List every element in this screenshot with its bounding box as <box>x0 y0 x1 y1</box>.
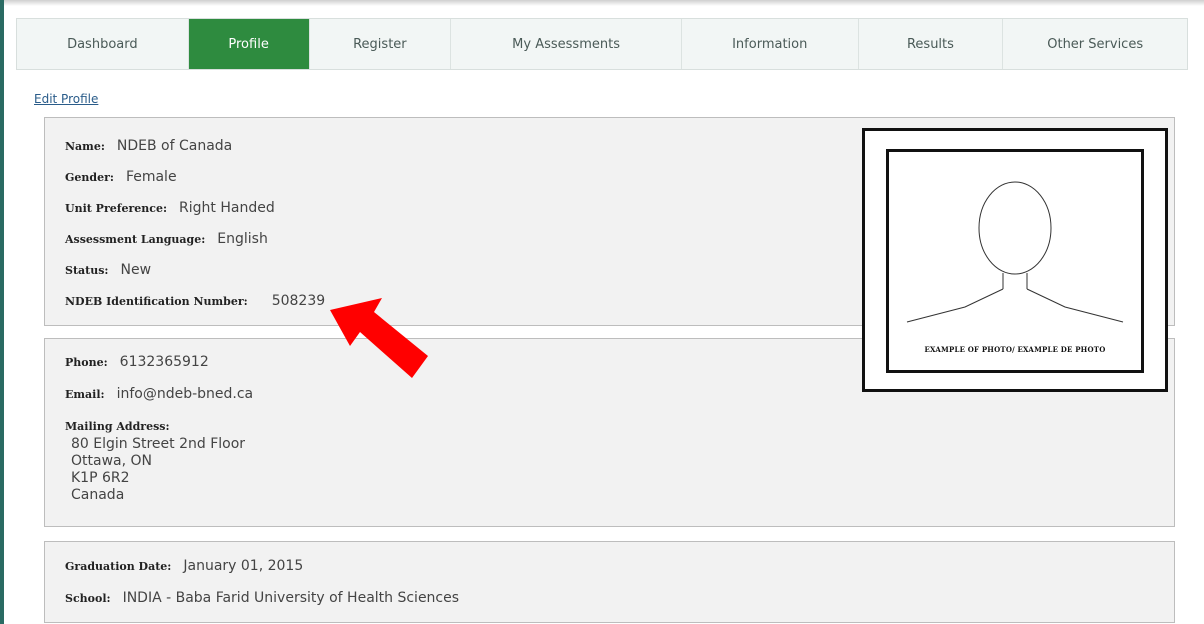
ndeb-id-label: NDEB Identification Number: <box>65 295 248 308</box>
ndeb-id-row: NDEB Identification Number: 508239 <box>65 293 325 309</box>
school-row: School: INDIA - Baba Farid University of… <box>65 590 459 606</box>
assessment-language-value: English <box>217 231 268 247</box>
tab-my-assessments[interactable]: My Assessments <box>451 19 682 69</box>
photo-frame: EXAMPLE OF PHOTO/ EXAMPLE DE PHOTO <box>886 149 1144 373</box>
top-shadow <box>0 0 1204 6</box>
tab-register[interactable]: Register <box>310 19 452 69</box>
phone-label: Phone: <box>65 356 108 369</box>
person-silhouette-icon <box>906 181 1124 323</box>
name-label: Name: <box>65 140 105 153</box>
gender-value: Female <box>125 169 177 185</box>
phone-value: 6132365912 <box>119 354 209 370</box>
education-panel: Graduation Date: January 01, 2015 School… <box>44 541 1175 623</box>
main-nav: Dashboard Profile Register My Assessment… <box>16 18 1188 70</box>
mailing-address-row: Mailing Address: <box>65 420 182 433</box>
unit-preference-label: Unit Preference: <box>65 202 168 215</box>
annotation-arrow-icon <box>330 298 428 378</box>
profile-photo: EXAMPLE OF PHOTO/ EXAMPLE DE PHOTO <box>862 128 1168 392</box>
graduation-date-value: January 01, 2015 <box>183 558 304 574</box>
status-label: Status: <box>65 264 109 277</box>
tab-other-services[interactable]: Other Services <box>1003 19 1187 69</box>
edit-profile-link[interactable]: Edit Profile <box>34 92 98 106</box>
email-label: Email: <box>65 388 105 401</box>
school-label: School: <box>65 592 111 605</box>
ndeb-id-value: 508239 <box>271 293 326 309</box>
phone-row: Phone: 6132365912 <box>65 354 209 370</box>
name-row: Name: NDEB of Canada <box>65 138 232 154</box>
status-row: Status: New <box>65 262 151 278</box>
graduation-date-row: Graduation Date: January 01, 2015 <box>65 558 303 574</box>
status-value: New <box>120 262 152 278</box>
tab-information[interactable]: Information <box>682 19 859 69</box>
graduation-date-label: Graduation Date: <box>65 560 172 573</box>
left-accent-bar <box>0 0 4 624</box>
tab-profile[interactable]: Profile <box>188 19 310 69</box>
school-value: INDIA - Baba Farid University of Health … <box>122 590 460 606</box>
address-line: Canada <box>71 487 125 503</box>
assessment-language-row: Assessment Language: English <box>65 231 268 247</box>
address-line: Ottawa, ON <box>71 453 152 469</box>
tab-dashboard[interactable]: Dashboard <box>17 19 189 69</box>
gender-label: Gender: <box>65 171 114 184</box>
address-line: K1P 6R2 <box>71 470 130 486</box>
unit-preference-row: Unit Preference: Right Handed <box>65 200 275 216</box>
email-row: Email: info@ndeb-bned.ca <box>65 386 253 402</box>
assessment-language-label: Assessment Language: <box>65 233 206 246</box>
address-line: 80 Elgin Street 2nd Floor <box>71 436 246 452</box>
mailing-address: 80 Elgin Street 2nd Floor Ottawa, ON K1P… <box>71 436 245 504</box>
gender-row: Gender: Female <box>65 169 177 185</box>
photo-caption: EXAMPLE OF PHOTO/ EXAMPLE DE PHOTO <box>924 345 1106 354</box>
unit-preference-value: Right Handed <box>179 200 275 216</box>
name-value: NDEB of Canada <box>116 138 233 154</box>
tab-results[interactable]: Results <box>859 19 1004 69</box>
email-value: info@ndeb-bned.ca <box>116 386 254 402</box>
mailing-address-label: Mailing Address: <box>65 420 170 433</box>
